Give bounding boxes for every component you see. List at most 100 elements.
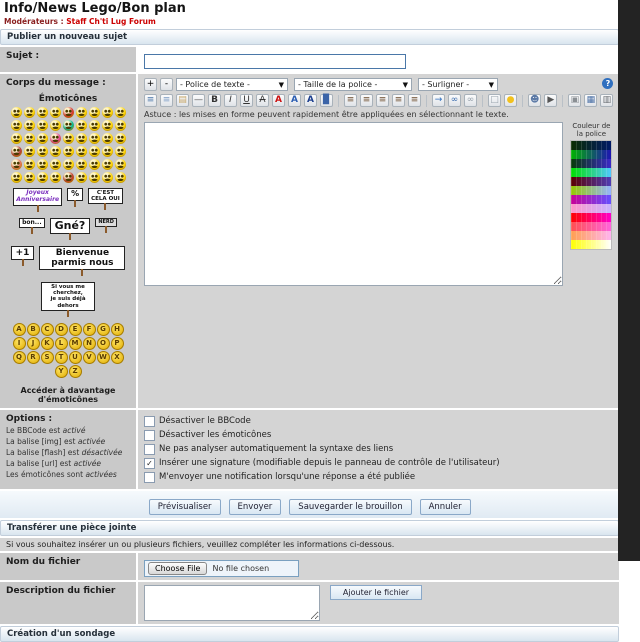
more-emoticons-link[interactable]: Accéder à davantage d'émoticônes xyxy=(6,386,130,404)
option-checkbox[interactable]: Désactiver le BBCode xyxy=(144,416,613,427)
emoticon[interactable] xyxy=(76,146,87,157)
emoticon[interactable] xyxy=(50,146,61,157)
emoticon[interactable] xyxy=(24,172,35,183)
emoticon[interactable] xyxy=(115,133,126,144)
align-block-icon[interactable]: ≡ xyxy=(408,94,421,107)
emoticon-letter-T[interactable]: T xyxy=(55,351,68,364)
font-decrease-button[interactable]: - xyxy=(160,78,173,91)
emoticon[interactable] xyxy=(37,133,48,144)
align-left-icon[interactable]: ≡ xyxy=(344,94,357,107)
palette-row[interactable] xyxy=(571,168,611,177)
bold-icon[interactable]: B xyxy=(208,94,221,107)
emoticon-letter-U[interactable]: U xyxy=(69,351,82,364)
emoticon[interactable] xyxy=(24,159,35,170)
option-checkbox[interactable]: ✓Insérer une signature (modifiable depui… xyxy=(144,458,613,469)
transparent-icon[interactable]: □ xyxy=(488,94,501,107)
list-bullet-icon[interactable]: ≡ xyxy=(144,94,157,107)
message-textarea[interactable] xyxy=(144,122,563,286)
font-increase-button[interactable]: + xyxy=(144,78,157,91)
emoticon[interactable] xyxy=(89,120,100,131)
emoticon[interactable] xyxy=(11,133,22,144)
palette-row[interactable] xyxy=(571,150,611,159)
emoticon[interactable] xyxy=(24,107,35,118)
emoticon-letter-O[interactable]: O xyxy=(97,337,110,350)
checkbox-checked-icon[interactable]: ✓ xyxy=(144,458,155,469)
emoticon-sign-pct[interactable]: % xyxy=(67,188,83,201)
emoticon[interactable] xyxy=(37,159,48,170)
emoticon-sign-nerd[interactable]: NERD xyxy=(95,218,117,228)
font-color-palette[interactable] xyxy=(570,140,612,250)
font-color-red-icon[interactable]: A xyxy=(272,94,285,107)
emoticon[interactable] xyxy=(50,133,61,144)
emoticon[interactable] xyxy=(37,146,48,157)
emoticon[interactable] xyxy=(50,120,61,131)
emoticon[interactable] xyxy=(102,107,113,118)
palette-row[interactable] xyxy=(571,222,611,231)
link-icon[interactable]: ∞ xyxy=(448,94,461,107)
palette-row[interactable] xyxy=(571,213,611,222)
emoticon-letter-F[interactable]: F xyxy=(83,323,96,336)
image-icon[interactable]: ▦ xyxy=(584,94,597,107)
emoticon-letter-W[interactable]: W xyxy=(97,351,110,364)
emoticon-letter-I[interactable]: I xyxy=(13,337,26,350)
file-description-textarea[interactable] xyxy=(144,585,320,621)
unlink-icon[interactable]: ∞ xyxy=(464,94,477,107)
emoticon-letter-Y[interactable]: Y xyxy=(55,365,68,378)
emoticon-letter-G[interactable]: G xyxy=(97,323,110,336)
emoticon-letter-N[interactable]: N xyxy=(83,337,96,350)
emoticon[interactable] xyxy=(76,133,87,144)
emoticon[interactable] xyxy=(50,107,61,118)
option-checkbox[interactable]: Ne pas analyser automatiquement la synta… xyxy=(144,444,613,455)
checkbox-icon[interactable] xyxy=(144,430,155,441)
emoticon[interactable] xyxy=(24,146,35,157)
emoticon-sign-bienvenue[interactable]: Bienvenue parmis nous xyxy=(39,246,125,270)
emoticon[interactable] xyxy=(63,159,74,170)
emoticon[interactable] xyxy=(63,107,74,118)
emoticon-letter-K[interactable]: K xyxy=(41,337,54,350)
add-file-button[interactable]: Ajouter le fichier xyxy=(330,585,422,600)
emoticon-letter-H[interactable]: H xyxy=(111,323,124,336)
emoticon[interactable] xyxy=(50,172,61,183)
emoticon[interactable] xyxy=(11,107,22,118)
emoticon-sign-cela[interactable]: C'EST CELA OUI xyxy=(88,188,123,204)
video-icon[interactable]: ▥ xyxy=(600,94,613,107)
emoticon[interactable] xyxy=(63,120,74,131)
emoticon-sign-gne[interactable]: Gné? xyxy=(50,218,91,234)
emoticon[interactable] xyxy=(115,146,126,157)
align-justify-icon[interactable]: ≡ xyxy=(392,94,405,107)
emoticon[interactable] xyxy=(115,159,126,170)
emoticon[interactable] xyxy=(102,146,113,157)
palette-row[interactable] xyxy=(571,141,611,150)
emoticon[interactable] xyxy=(102,133,113,144)
emoticon-sign-bon[interactable]: bon... xyxy=(19,218,45,229)
palette-row[interactable] xyxy=(571,177,611,186)
choose-file-button[interactable]: Choose File xyxy=(148,562,207,575)
palette-row[interactable] xyxy=(571,195,611,204)
emoticon[interactable] xyxy=(102,159,113,170)
select-highlight[interactable]: - Surligner -▼ xyxy=(418,78,498,91)
option-checkbox[interactable]: Désactiver les émoticônes xyxy=(144,430,613,441)
emoticon[interactable] xyxy=(24,133,35,144)
emoticon[interactable] xyxy=(24,120,35,131)
emoticon[interactable] xyxy=(63,146,74,157)
emoticon[interactable] xyxy=(37,107,48,118)
emoticon-letter-E[interactable]: E xyxy=(69,323,82,336)
palette-row[interactable] xyxy=(571,204,611,213)
quote-icon[interactable]: ▤ xyxy=(176,94,189,107)
font-blue-icon[interactable]: A xyxy=(304,94,317,107)
gallery-icon[interactable]: ▣ xyxy=(568,94,581,107)
envoyer-button[interactable]: Envoyer xyxy=(229,499,282,515)
palette-row[interactable] xyxy=(571,231,611,240)
emoticon-letter-D[interactable]: D xyxy=(55,323,68,336)
align-right-icon[interactable]: ≡ xyxy=(376,94,389,107)
emoticon[interactable] xyxy=(76,107,87,118)
smiley-balloon-icon[interactable]: ● xyxy=(504,94,517,107)
emoticon[interactable] xyxy=(11,159,22,170)
annuler-button[interactable]: Annuler xyxy=(420,499,471,515)
emoticon[interactable] xyxy=(76,120,87,131)
checkbox-icon[interactable] xyxy=(144,444,155,455)
emoticon[interactable] xyxy=(89,172,100,183)
emoticon-letter-C[interactable]: C xyxy=(41,323,54,336)
emoticon-letter-A[interactable]: A xyxy=(13,323,26,336)
subject-input[interactable] xyxy=(144,54,406,69)
